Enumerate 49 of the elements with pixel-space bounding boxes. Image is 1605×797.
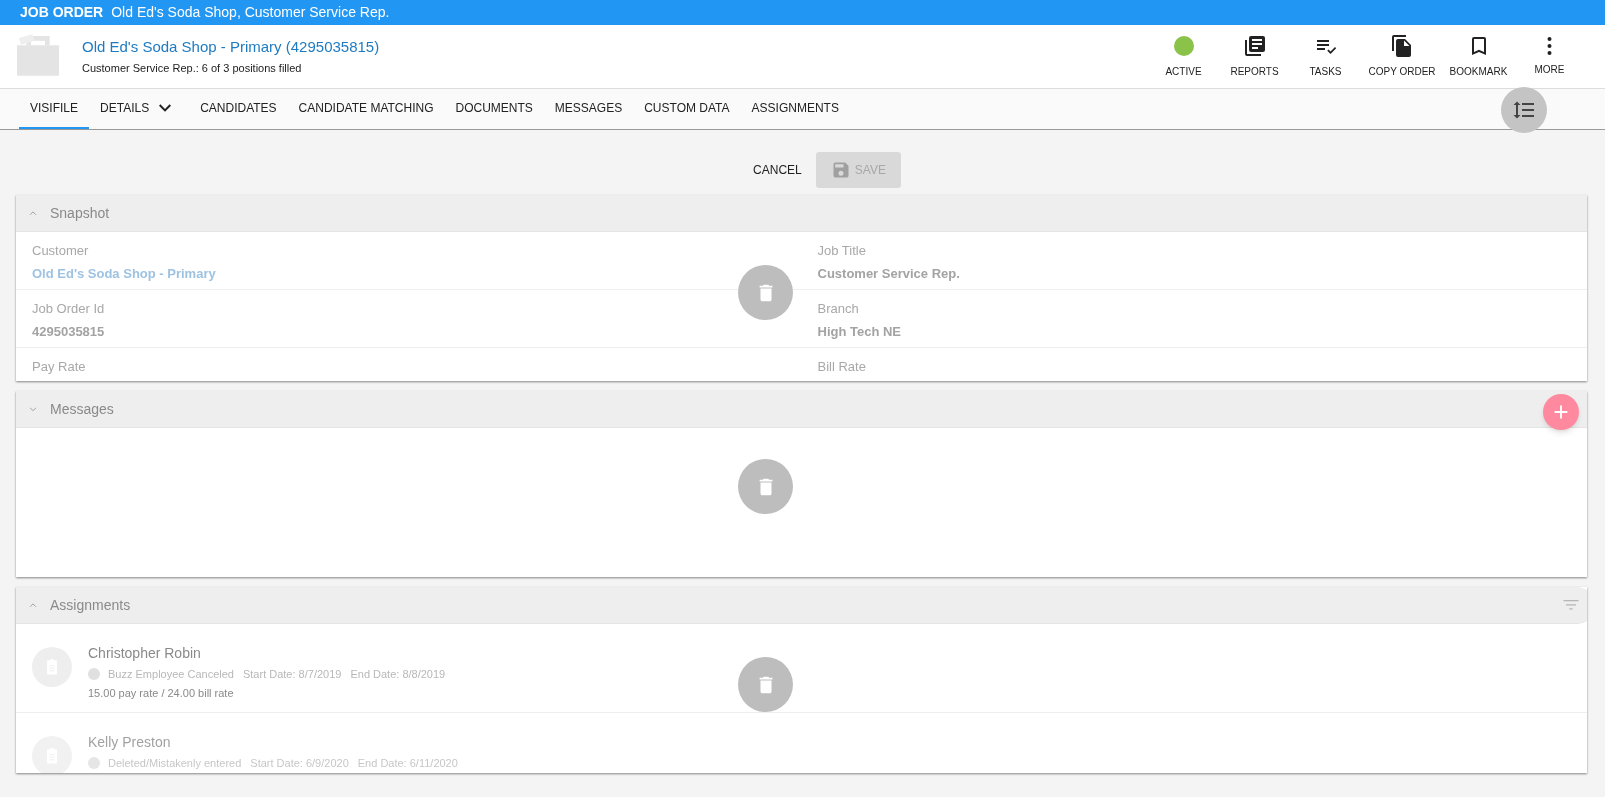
- window-title: Old Ed's Soda Shop, Customer Service Rep.: [111, 3, 390, 22]
- field-value: 4295035815: [32, 322, 105, 341]
- job-order-link[interactable]: Old Ed's Soda Shop - Primary (4295035815): [82, 36, 380, 59]
- start-date: Start Date: 8/7/2019: [242, 667, 342, 682]
- field-label: Bill Rate: [817, 358, 866, 376]
- reports-icon: [1242, 34, 1267, 58]
- panel-title: Assignments: [50, 595, 131, 615]
- assignee-name: Christopher Robin: [88, 644, 202, 663]
- title-label: JOB ORDER: [20, 3, 104, 22]
- add-button[interactable]: [1543, 394, 1579, 430]
- field-value: Customer Service Rep.: [817, 264, 960, 283]
- panel-title: Messages: [50, 399, 114, 419]
- toolbar-button[interactable]: COPY ORDER: [1364, 28, 1440, 85]
- assignment-row[interactable]: Christopher Robin Buzz Employee Canceled Start Date: 8/7/2019 End Date: 8/8/2019 15.00 pay rate / 24.00 bill rate: [16, 624, 1587, 713]
- tab[interactable]: DOCUMENTS: [444, 89, 544, 129]
- field-value: High Tech NE: [817, 322, 902, 341]
- copy-icon: [1390, 34, 1414, 58]
- tab[interactable]: ASSIGNMENTS: [740, 89, 850, 129]
- field-label: Branch: [817, 300, 859, 318]
- tab[interactable]: VISIFILE: [19, 89, 90, 129]
- end-date: End Date: 8/8/2019: [350, 667, 446, 682]
- cancel-button[interactable]: CANCEL: [749, 161, 806, 179]
- tab[interactable]: CANDIDATES: [189, 89, 288, 129]
- toolbar-button[interactable]: ACTIVE: [1154, 28, 1213, 85]
- delete-button[interactable]: [738, 657, 793, 712]
- more-icon: [1547, 36, 1552, 56]
- field-label: Job Title: [817, 242, 866, 260]
- assignee-name: Kelly Preston: [88, 733, 172, 752]
- assignment-status: Buzz Employee Canceled: [108, 667, 234, 682]
- end-date: End Date: 6/11/2020: [357, 756, 458, 771]
- tab[interactable]: CUSTOM DATA: [633, 89, 741, 129]
- tab[interactable]: CANDIDATE MATCHING: [287, 89, 445, 129]
- field-label: Customer: [32, 242, 89, 260]
- field-label: Job Order Id: [32, 300, 105, 318]
- assignment-status: Deleted/Mistakenly entered: [108, 756, 242, 771]
- start-date: Start Date: 6/9/2020: [250, 756, 349, 771]
- toolbar-button[interactable]: REPORTS: [1225, 28, 1284, 85]
- toolbar-button[interactable]: TASKS: [1296, 28, 1355, 85]
- delete-button[interactable]: [738, 459, 793, 514]
- field-label: Pay Rate: [32, 358, 86, 376]
- positions-text: Customer Service Rep.: 6 of 3 positions filled: [82, 61, 303, 77]
- delete-button[interactable]: [738, 265, 793, 320]
- tab[interactable]: DETAILS: [89, 89, 190, 129]
- density-button[interactable]: [1501, 87, 1547, 133]
- rates-text: 15.00 pay rate / 24.00 bill rate: [88, 685, 235, 701]
- toolbar-button[interactable]: MORE: [1520, 28, 1579, 85]
- toolbar-button[interactable]: BOOKMARK: [1449, 28, 1508, 85]
- tab[interactable]: MESSAGES: [543, 89, 634, 129]
- panel-title: Snapshot: [50, 203, 110, 223]
